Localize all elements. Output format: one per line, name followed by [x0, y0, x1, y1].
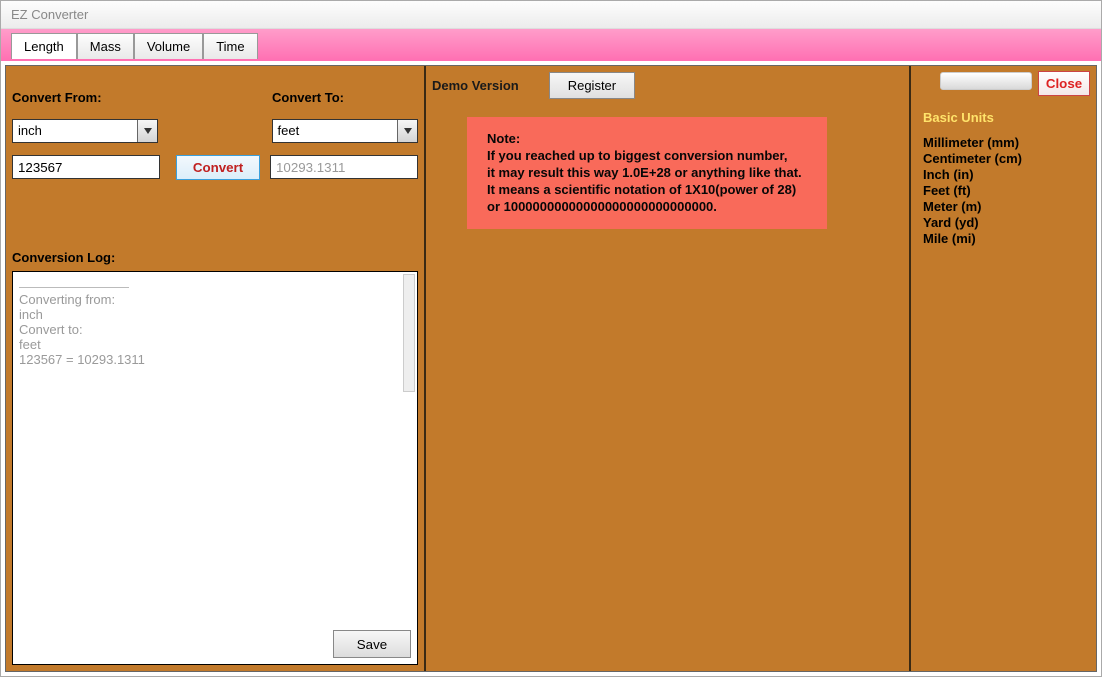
unit-item: Yard (yd)	[923, 215, 1090, 230]
content-area: Convert From: Convert To: inch feet	[5, 65, 1097, 672]
demo-version-label: Demo Version	[432, 78, 519, 93]
title-bar: EZ Converter	[1, 1, 1101, 29]
window-title: EZ Converter	[11, 7, 88, 22]
unit-item: Centimeter (cm)	[923, 151, 1090, 166]
tab-label: Time	[216, 39, 244, 54]
from-unit-select[interactable]: inch	[12, 119, 158, 143]
register-button[interactable]: Register	[549, 72, 635, 99]
convert-to-label: Convert To:	[272, 90, 344, 105]
chevron-down-icon	[404, 128, 412, 134]
save-button[interactable]: Save	[333, 630, 411, 658]
panel-info: Demo Version Register Note: If you reach…	[426, 66, 911, 671]
unit-item: Millimeter (mm)	[923, 135, 1090, 150]
unit-item: Mile (mi)	[923, 231, 1090, 246]
close-button[interactable]: Close	[1038, 71, 1090, 96]
dropdown-icon[interactable]	[397, 120, 417, 142]
scrollbar[interactable]	[403, 274, 415, 392]
to-unit-select[interactable]: feet	[272, 119, 418, 143]
convert-from-label: Convert From:	[12, 90, 262, 105]
note-box: Note: If you reached up to biggest conve…	[467, 117, 827, 229]
tab-mass[interactable]: Mass	[77, 33, 134, 59]
unit-item: Feet (ft)	[923, 183, 1090, 198]
tab-time[interactable]: Time	[203, 33, 257, 59]
tab-label: Length	[24, 39, 64, 54]
input-value[interactable]	[12, 155, 160, 179]
decor-bar	[940, 72, 1032, 90]
from-unit-value: inch	[13, 120, 137, 142]
units-list: Millimeter (mm) Centimeter (cm) Inch (in…	[917, 135, 1090, 246]
tab-length[interactable]: Length	[11, 33, 77, 59]
to-unit-value: feet	[273, 120, 397, 142]
result-value	[270, 155, 418, 179]
panel-conversion: Convert From: Convert To: inch feet	[6, 66, 426, 671]
log-divider	[19, 278, 129, 288]
convert-button[interactable]: Convert	[176, 155, 260, 180]
tab-label: Mass	[90, 39, 121, 54]
tab-label: Volume	[147, 39, 190, 54]
chevron-down-icon	[144, 128, 152, 134]
unit-item: Inch (in)	[923, 167, 1090, 182]
app-window: EZ Converter Length Mass Volume Time Con…	[0, 0, 1102, 677]
conversion-log[interactable]: Converting from: inch Convert to: feet 1…	[12, 271, 418, 665]
unit-item: Meter (m)	[923, 199, 1090, 214]
basic-units-title: Basic Units	[923, 110, 1090, 125]
tab-volume[interactable]: Volume	[134, 33, 203, 59]
dropdown-icon[interactable]	[137, 120, 157, 142]
note-title: Note:	[487, 131, 807, 148]
tab-strip: Length Mass Volume Time	[1, 29, 1101, 61]
panel-units: Close Basic Units Millimeter (mm) Centim…	[911, 66, 1096, 671]
note-body: If you reached up to biggest conversion …	[487, 148, 807, 216]
conversion-log-label: Conversion Log:	[12, 250, 418, 265]
log-text: Converting from: inch Convert to: feet 1…	[19, 292, 411, 630]
